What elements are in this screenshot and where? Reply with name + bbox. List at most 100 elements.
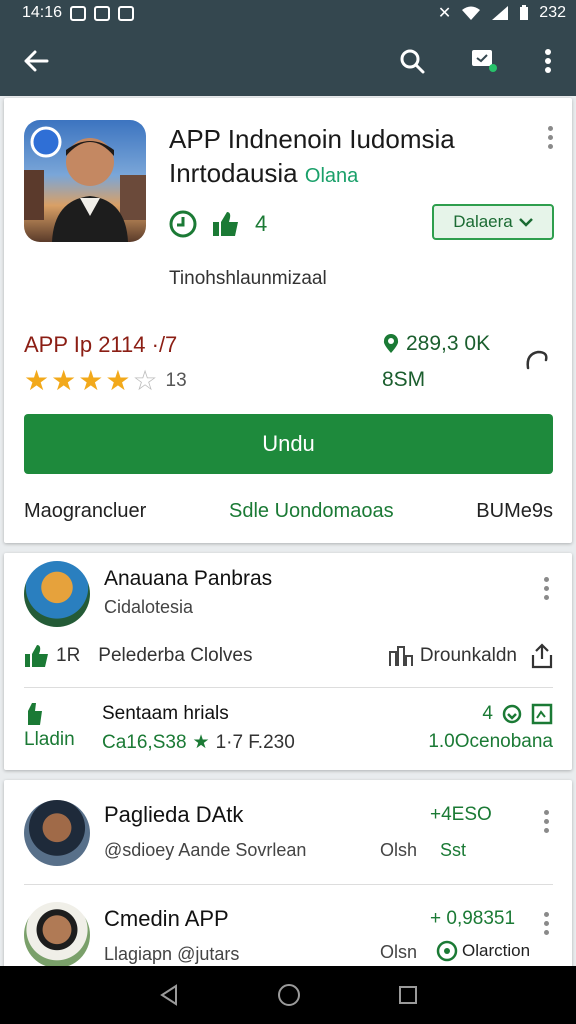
review-stats: Lladin Sentaam hrials Ca16,S38 ★ 1·7 F.2… — [24, 703, 553, 754]
list-item-tag: Sst — [440, 840, 467, 860]
app-overflow-button[interactable] — [538, 122, 562, 152]
search-button[interactable] — [384, 26, 440, 96]
back-arrow-icon — [24, 50, 49, 72]
list-item-value: +4ESO — [430, 804, 492, 825]
downloads-stat: 289,3 0K — [382, 332, 490, 356]
battery-level: 232 — [539, 4, 566, 21]
download-label: Drounkaldn — [419, 645, 517, 666]
rating-badge: 4 — [255, 211, 268, 236]
app-title: APP Indnenoin Iudomsia Inrtodausia Olana — [169, 122, 455, 193]
mute-icon: ✕ — [437, 5, 452, 22]
review-card: Anauana Panbras Cidalotesia 1R Pelederba… — [4, 553, 572, 770]
avatar — [24, 902, 90, 968]
image-icon[interactable] — [531, 703, 553, 725]
stat-right: 4 1.0Ocenobana — [428, 703, 553, 753]
app-tagline: Tinohshlaunmizaal — [169, 268, 327, 289]
app-price: APP Ip 2114 ·/7 — [24, 332, 178, 357]
link-icon — [526, 350, 548, 370]
star-empty-icon: ☆ — [132, 365, 158, 396]
nav-recents-icon[interactable] — [398, 985, 418, 1005]
star-icon: ★ — [192, 732, 210, 753]
downloads-count: 289,3 0K — [406, 332, 491, 355]
divider — [24, 687, 553, 688]
install-small-button[interactable]: Dalaera — [432, 204, 554, 240]
app-title-line1: APP Indnenoin Iudomsia — [169, 124, 455, 154]
chevron-down-icon — [518, 218, 533, 227]
sync-icon — [94, 5, 111, 21]
star-icon: ★ — [24, 365, 50, 396]
download-action[interactable]: Drounkaldn — [388, 644, 517, 668]
review-overflow-button[interactable] — [534, 573, 558, 603]
app-title-line2: Inrtodausia — [169, 158, 298, 188]
stat-right-label: 1.0Ocenobana — [428, 731, 553, 752]
overflow-menu-button[interactable] — [520, 26, 576, 96]
list-item-title: Cmedin APP — [104, 906, 229, 931]
status-bar: 14:16 ✕ 232 — [0, 0, 576, 26]
list-item-tag-wrap: Olarction — [436, 940, 530, 962]
list-item-sub: Llagiapn @jutars — [104, 944, 240, 964]
list-item-title: Paglieda DAtk — [104, 802, 244, 827]
developer-name[interactable]: Olana — [305, 165, 358, 187]
more-vert-icon — [545, 49, 551, 73]
thumbs-up-icon[interactable] — [24, 644, 50, 668]
stat-right-value: 4 — [482, 703, 493, 724]
search-icon — [400, 49, 425, 74]
stat-title: Sentaam hrials — [102, 703, 229, 724]
stat-value: Ca16,S38 — [102, 731, 187, 753]
share-icon[interactable] — [531, 643, 553, 669]
stat-left-label: Lladin — [24, 729, 75, 750]
app-size: 8SM — [382, 368, 426, 391]
battery-icon — [520, 5, 529, 20]
link-similar[interactable]: Sdle Uondomaoas — [229, 500, 394, 523]
list-item-meta: Olsh — [380, 840, 418, 860]
divider — [24, 884, 553, 885]
nav-home-icon[interactable] — [277, 983, 301, 1007]
rating-count: 13 — [165, 369, 187, 391]
back-button[interactable] — [8, 26, 64, 96]
signal-icon — [492, 6, 509, 20]
star-icon: ★ — [78, 365, 104, 396]
thumbs-up-icon — [28, 703, 42, 725]
avatar[interactable] — [24, 561, 90, 627]
wishlist-button[interactable] — [524, 348, 550, 377]
review-actions: 1R Pelederba Clolves Drounkaldn — [24, 643, 553, 669]
thumbs-up-icon — [213, 212, 238, 236]
link-more-info[interactable]: Maograncluer — [24, 500, 146, 523]
list-item-meta: Olsn — [380, 942, 418, 962]
list-item-value: + 0,98351 — [430, 908, 516, 929]
stat-middle: Sentaam hrials Ca16,S38 ★ 1·7 F.230 — [102, 703, 295, 754]
stat-rating: 1·7 F.230 — [215, 731, 295, 753]
list-item-overflow-button[interactable] — [534, 908, 558, 938]
app-links: Maograncluer Sdle Uondomaoas BUMe9s — [24, 500, 553, 523]
content-rating-icon — [169, 210, 197, 238]
like-label: Pelederba Clolves — [98, 645, 253, 666]
reviewer-sub: Cidalotesia — [104, 597, 194, 617]
rating-stars: ★ ★ ★ ★ ☆ 13 — [24, 364, 187, 397]
list-item-tag: Olarction — [462, 941, 531, 960]
notification-icon — [70, 5, 87, 21]
list-item-sub: @sdioey Aande Sovrlean — [104, 840, 307, 860]
refresh-icon[interactable] — [501, 703, 523, 725]
install-button[interactable]: Undu — [24, 414, 553, 474]
wifi-icon — [462, 6, 481, 20]
star-icon: ★ — [51, 365, 77, 396]
message-icon — [118, 5, 135, 21]
app-badges: 4 — [169, 210, 267, 238]
location-pin-icon — [383, 334, 399, 353]
reviewer-name: Anauana Panbras — [104, 567, 273, 590]
link-bundle[interactable]: BUMe9s — [476, 500, 553, 523]
bar-chart-icon — [388, 646, 413, 666]
related-list-card: Paglieda DAtk @sdioey Aande Sovrlean +4E… — [4, 780, 572, 970]
app-bar — [0, 26, 576, 96]
app-icon — [24, 120, 146, 242]
install-small-label: Dalaera — [453, 212, 513, 231]
list-item-overflow-button[interactable] — [534, 806, 558, 836]
cast-button[interactable] — [456, 26, 512, 96]
nav-back-icon[interactable] — [158, 984, 180, 1006]
app-detail-card: APP Indnenoin Iudomsia Inrtodausia Olana… — [4, 98, 572, 543]
like-count: 1R — [56, 645, 81, 666]
cast-icon — [472, 50, 497, 72]
stat-left: Lladin — [24, 703, 102, 751]
clock: 14:16 — [22, 4, 63, 21]
star-icon: ★ — [105, 365, 131, 396]
